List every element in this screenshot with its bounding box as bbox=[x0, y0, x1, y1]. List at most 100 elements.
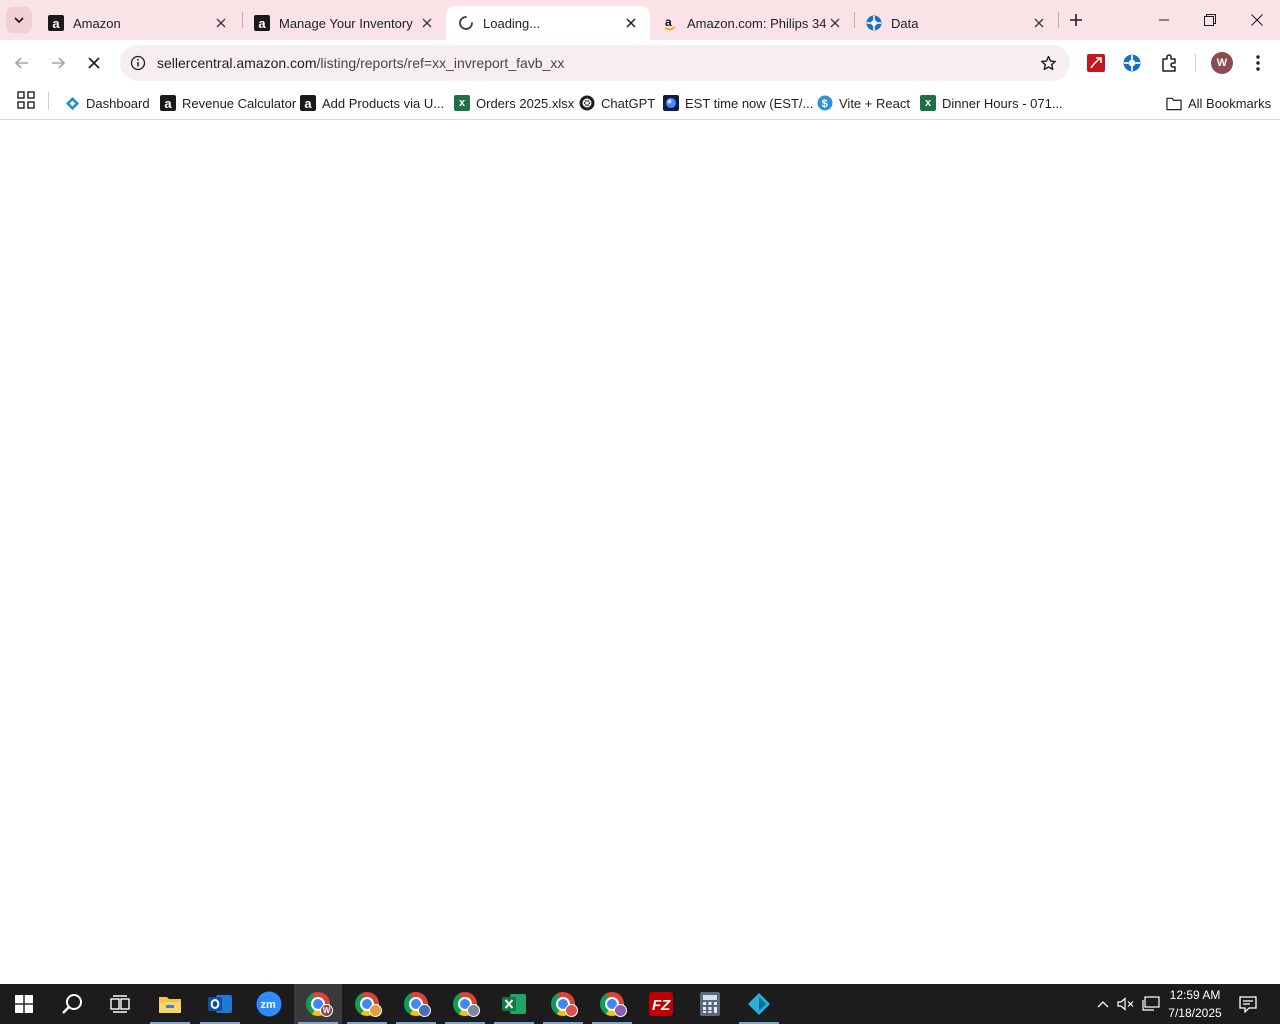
tab-title: Manage Your Inventory bbox=[279, 15, 413, 31]
url-domain: sellercentral.amazon.com bbox=[157, 55, 317, 71]
profile-badge-icon bbox=[614, 1004, 627, 1017]
site-info-icon[interactable] bbox=[128, 53, 148, 73]
tab-data[interactable]: Data bbox=[854, 6, 1058, 40]
data-extension-icon[interactable] bbox=[1120, 51, 1144, 75]
task-view-button[interactable] bbox=[96, 984, 144, 1024]
taskbar-chrome-4[interactable] bbox=[441, 984, 489, 1024]
taskbar-filezilla[interactable]: FZ bbox=[637, 984, 685, 1024]
chevron-up-icon bbox=[1097, 1001, 1109, 1008]
apps-grid-icon[interactable] bbox=[17, 91, 35, 109]
tab-loading[interactable]: Loading... bbox=[446, 6, 650, 40]
bookmarks-divider bbox=[48, 92, 49, 110]
amazon-icon: a bbox=[254, 15, 270, 31]
svg-text:a: a bbox=[665, 15, 672, 29]
tab-separator bbox=[1058, 12, 1059, 28]
tab-amazon[interactable]: a Amazon bbox=[36, 6, 240, 40]
taskbar-chrome-w[interactable]: W bbox=[294, 984, 342, 1024]
start-button[interactable] bbox=[0, 984, 48, 1024]
search-icon bbox=[62, 994, 82, 1014]
outlook-icon bbox=[208, 995, 232, 1013]
close-icon[interactable] bbox=[418, 14, 436, 32]
taskbar-zoom[interactable]: zm bbox=[245, 984, 293, 1024]
close-icon bbox=[88, 57, 100, 69]
bookmark-label: ChatGPT bbox=[601, 95, 656, 111]
profile-badge-icon bbox=[418, 1004, 431, 1017]
bookmark-dinner-hours[interactable]: x Dinner Hours - 071... bbox=[920, 91, 1063, 115]
url-text[interactable]: sellercentral.amazon.com/listing/reports… bbox=[157, 55, 564, 71]
amazon-smile-icon: a bbox=[662, 15, 678, 31]
clock-time: 12:59 AM bbox=[1169, 988, 1221, 1002]
bookmark-vite-react[interactable]: $ Vite + React bbox=[817, 91, 910, 115]
tab-search-button[interactable] bbox=[6, 7, 32, 33]
toolbar-divider bbox=[1195, 54, 1196, 72]
stop-loading-button[interactable] bbox=[78, 47, 110, 79]
profile-badge-icon bbox=[369, 1004, 382, 1017]
task-view-icon bbox=[110, 995, 130, 1013]
notifications-button[interactable] bbox=[1236, 984, 1260, 1024]
taskbar-remote-app[interactable] bbox=[735, 984, 783, 1024]
tab-title: Loading... bbox=[483, 15, 541, 31]
loading-spinner-icon bbox=[458, 15, 474, 31]
bookmark-dashboard[interactable]: Dashboard bbox=[64, 91, 150, 115]
taskbar-chrome-3[interactable] bbox=[392, 984, 440, 1024]
bookmark-star-icon[interactable] bbox=[1038, 53, 1058, 73]
volume-button[interactable] bbox=[1115, 984, 1137, 1024]
bookmark-add-products[interactable]: a Add Products via U... bbox=[300, 91, 444, 115]
close-icon[interactable] bbox=[622, 14, 640, 32]
close-icon[interactable] bbox=[1030, 14, 1048, 32]
network-button[interactable] bbox=[1140, 984, 1162, 1024]
bookmark-revenue-calculator[interactable]: a Revenue Calculator bbox=[160, 91, 296, 115]
globe-icon bbox=[663, 95, 679, 111]
minimize-button[interactable] bbox=[1141, 0, 1187, 40]
svg-text:FZ: FZ bbox=[652, 997, 671, 1014]
volume-muted-icon bbox=[1117, 997, 1134, 1011]
taskbar-excel[interactable] bbox=[490, 984, 538, 1024]
new-tab-button[interactable] bbox=[1064, 8, 1088, 32]
pdf-extension-icon[interactable] bbox=[1084, 51, 1108, 75]
address-bar[interactable]: sellercentral.amazon.com/listing/reports… bbox=[120, 45, 1070, 81]
taskbar-clock[interactable]: 12:59 AM 7/18/2025 bbox=[1160, 986, 1230, 1022]
folder-icon bbox=[1166, 95, 1182, 111]
taskbar-chrome-5[interactable] bbox=[539, 984, 587, 1024]
tab-amazon-philips[interactable]: a Amazon.com: Philips 348 bbox=[650, 6, 854, 40]
all-bookmarks-button[interactable]: All Bookmarks bbox=[1166, 91, 1271, 115]
taskbar-search-button[interactable] bbox=[48, 984, 96, 1024]
close-icon[interactable] bbox=[826, 14, 844, 32]
tab-manage-inventory[interactable]: a Manage Your Inventory bbox=[242, 6, 446, 40]
page-content-area[interactable] bbox=[0, 121, 1280, 984]
svg-text:$: $ bbox=[822, 98, 828, 110]
bookmark-orders-2025[interactable]: x Orders 2025.xlsx bbox=[454, 91, 574, 115]
vite-icon: $ bbox=[817, 95, 833, 111]
taskbar-file-explorer[interactable] bbox=[146, 984, 194, 1024]
tab-title: Data bbox=[891, 15, 919, 31]
profile-badge-icon bbox=[565, 1004, 578, 1017]
forward-button[interactable] bbox=[42, 47, 74, 79]
more-menu-icon[interactable] bbox=[1246, 51, 1270, 75]
close-icon[interactable] bbox=[212, 14, 230, 32]
show-hidden-icons-button[interactable] bbox=[1092, 984, 1114, 1024]
bookmark-label: Vite + React bbox=[839, 95, 910, 111]
bookmark-label: Orders 2025.xlsx bbox=[476, 95, 575, 111]
close-window-button[interactable] bbox=[1234, 0, 1280, 40]
taskbar-outlook[interactable] bbox=[196, 984, 244, 1024]
calculator-icon bbox=[700, 992, 720, 1016]
taskbar-chrome-6[interactable] bbox=[588, 984, 636, 1024]
bookmark-chatgpt[interactable]: ChatGPT bbox=[579, 91, 655, 115]
taskbar-calculator[interactable] bbox=[686, 984, 734, 1024]
extensions-puzzle-icon[interactable] bbox=[1157, 51, 1181, 75]
url-path: /listing/reports/ref=xx_invreport_favb_x… bbox=[316, 55, 565, 71]
excel-icon: x bbox=[920, 95, 936, 111]
remote-app-icon bbox=[748, 993, 770, 1015]
bookmark-est-time[interactable]: EST time now (EST/... bbox=[663, 91, 813, 115]
clock-date: 7/18/2025 bbox=[1168, 1006, 1222, 1020]
profile-avatar[interactable]: W bbox=[1211, 52, 1233, 74]
notification-icon bbox=[1239, 995, 1257, 1013]
all-bookmarks-label: All Bookmarks bbox=[1188, 95, 1272, 111]
bookmarks-bar: Dashboard a Revenue Calculator a Add Pro… bbox=[0, 86, 1280, 120]
minimize-icon bbox=[1159, 19, 1169, 21]
restore-button[interactable] bbox=[1187, 0, 1233, 40]
back-button[interactable] bbox=[6, 47, 38, 79]
network-icon bbox=[1142, 996, 1160, 1011]
bookmark-label: Dashboard bbox=[86, 95, 150, 111]
taskbar-chrome-2[interactable] bbox=[343, 984, 391, 1024]
